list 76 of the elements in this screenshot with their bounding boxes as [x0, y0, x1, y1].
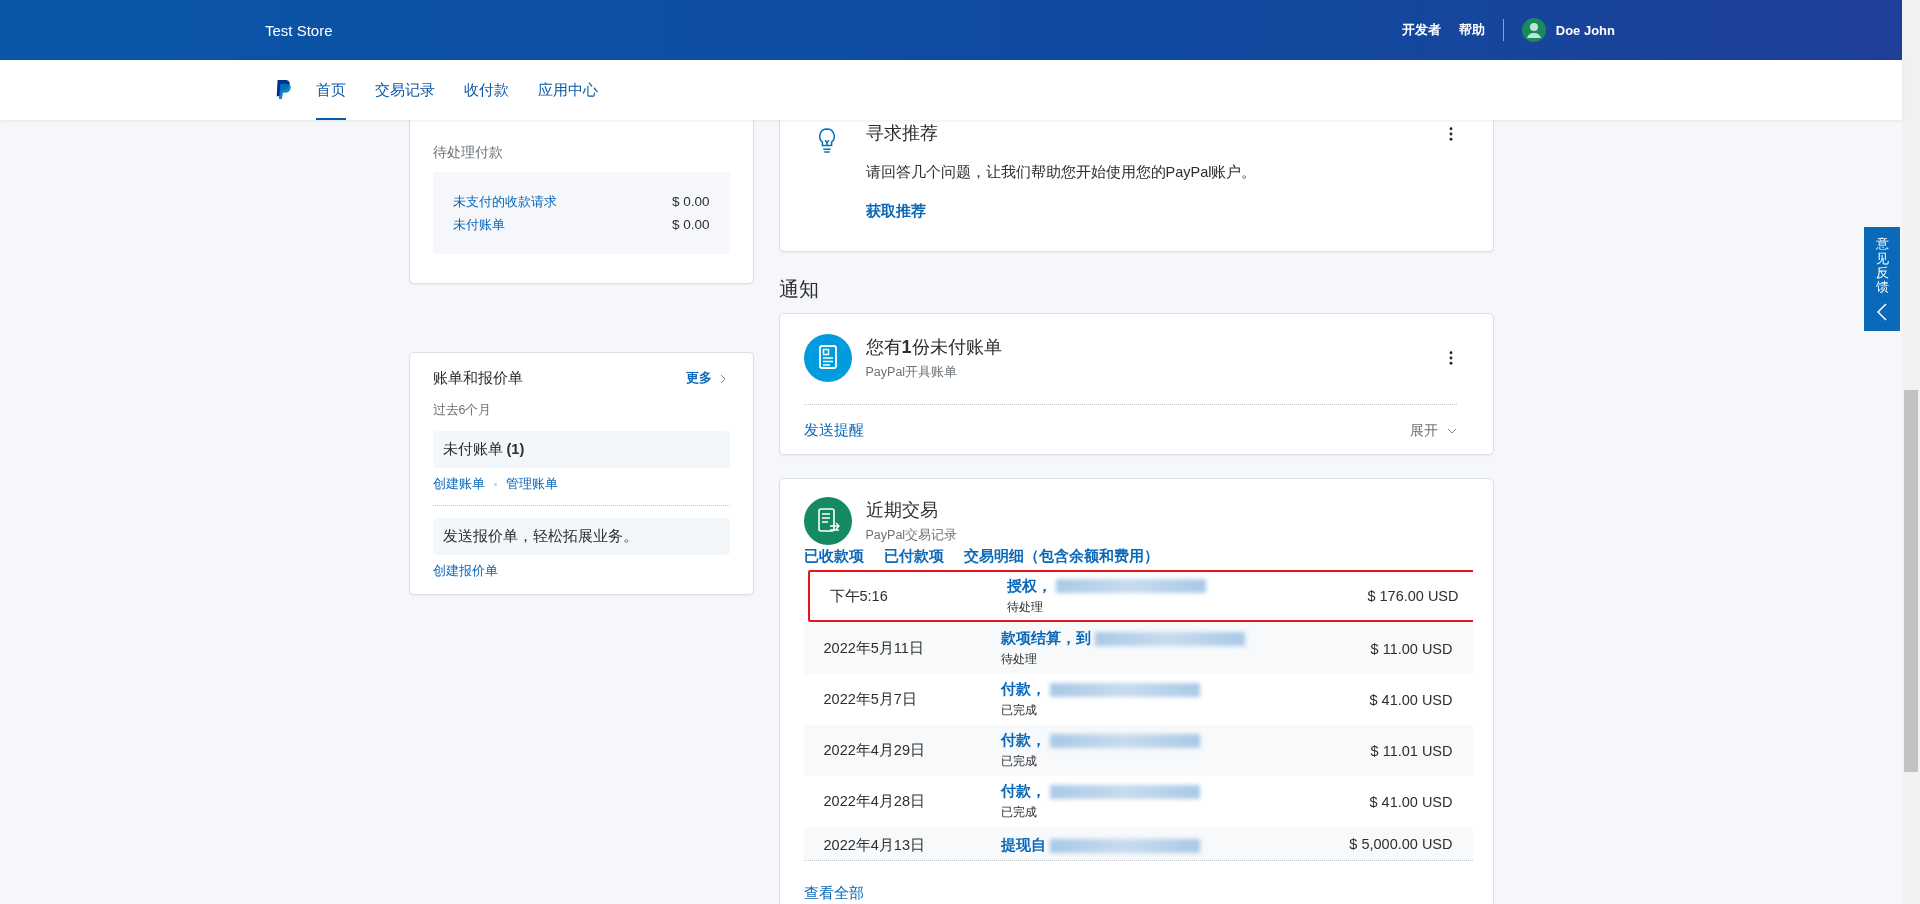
transaction-row[interactable]: 下午5:16 授权， 待处理 $ 176.00 USD [807, 570, 1473, 622]
date-text: 2022年4月13日 [823, 836, 926, 855]
status-text: 已完成 [1000, 702, 1038, 719]
amount-text: $ 0.00 [671, 194, 710, 211]
chevron-left-icon [1877, 302, 1887, 321]
notification-subtitle: PayPal开具账单 [865, 364, 959, 381]
amount-text: $ 0.00 [671, 217, 710, 234]
header-link[interactable]: 帮助 [1458, 21, 1485, 39]
summary-link[interactable]: 未付账单 [452, 217, 505, 234]
date-text: 2022年5月11日 [823, 639, 925, 658]
header-link[interactable]: 开发者 [1401, 21, 1441, 39]
amount-text: $ 5,000.00 USD [1349, 836, 1453, 852]
status-text: 待处理 [1000, 651, 1038, 668]
create-quote-link[interactable]: 创建报价单 [432, 563, 498, 580]
amount-text: $ 11.01 USD [1370, 742, 1453, 759]
paypal-logo-icon[interactable] [274, 79, 292, 101]
date-text: 2022年4月29日 [823, 741, 926, 760]
transaction-description: 付款， [1000, 680, 1046, 699]
transaction-description: 付款， [1000, 782, 1046, 801]
transaction-description: 付款， [1000, 731, 1046, 750]
avatar-icon[interactable] [1521, 18, 1546, 42]
recommendation-text: 请回答几个问题，让我们帮助您开始使用您的PayPal账户。 [865, 163, 1258, 182]
separator-dot [493, 483, 497, 486]
summary-link[interactable]: 未支付的收款请求 [452, 194, 557, 211]
invoice-link[interactable]: 管理账单 [505, 476, 558, 493]
transaction-description: 提现自 [1000, 836, 1046, 855]
amount-text: $ 176.00 USD [1367, 588, 1459, 604]
expand-button[interactable]: 展开 [1409, 421, 1457, 440]
view-all-link[interactable]: 查看全部 [803, 884, 864, 903]
feedback-tab[interactable]: 意见反馈 [1864, 227, 1900, 331]
more-options-icon[interactable] [1448, 351, 1453, 365]
user-name[interactable]: Doe John [1555, 22, 1615, 38]
filter-link[interactable]: 已付款项 [883, 547, 944, 566]
nav-tab[interactable]: 应用中心 [538, 60, 598, 120]
get-recommendation-link[interactable]: 获取推荐 [865, 203, 926, 219]
card-subtitle: PayPal交易记录 [865, 527, 959, 544]
card-title: 寻求推荐 [865, 122, 939, 145]
invoice-icon [803, 334, 852, 382]
transaction-description: 授权， [1006, 576, 1052, 596]
nav-tab[interactable]: 收付款 [464, 60, 509, 120]
pending-label: 待处理付款 [432, 144, 504, 162]
transaction-row[interactable]: 2022年5月11日 款项结算，到 待处理 $ 11.00 USD [803, 623, 1473, 674]
period-label: 过去6个月 [432, 402, 493, 419]
transaction-description: 款项结算，到 [1000, 629, 1091, 648]
transaction-row[interactable]: 2022年4月13日 提现自 $ 5,000.00 USD [803, 827, 1473, 860]
date-text: 2022年5月7日 [823, 690, 918, 709]
notification-title: 您有1份未付账单 [865, 336, 1003, 359]
promo-text: 发送报价单，轻松拓展业务。 [432, 518, 730, 555]
unpaid-invoices-summary: 未付账单 (1) [432, 431, 730, 468]
send-reminder-link[interactable]: 发送提醒 [803, 421, 864, 440]
more-options-icon[interactable] [1448, 127, 1453, 141]
scrollbar[interactable] [1902, 0, 1920, 904]
amount-text: $ 41.00 USD [1369, 691, 1453, 708]
amount-text: $ 41.00 USD [1369, 793, 1453, 810]
nav-tab[interactable]: 交易记录 [375, 60, 435, 120]
chevron-right-icon [719, 373, 726, 384]
invoice-link[interactable]: 创建账单 [432, 476, 485, 493]
amount-text: $ 11.00 USD [1370, 640, 1453, 657]
chevron-down-icon [1446, 427, 1457, 434]
date-text: 2022年4月28日 [823, 792, 926, 811]
filter-link[interactable]: 已收款项 [803, 547, 864, 566]
transaction-row[interactable]: 2022年5月7日 付款， 已完成 $ 41.00 USD [803, 674, 1473, 725]
status-text: 已完成 [1000, 753, 1038, 770]
transaction-row[interactable]: 2022年4月29日 付款， 已完成 $ 11.01 USD [803, 725, 1473, 776]
section-heading: 通知 [778, 277, 820, 302]
card-title: 账单和报价单 [432, 369, 523, 388]
status-text: 已完成 [1000, 804, 1038, 821]
transactions-list-icon [803, 497, 852, 545]
more-link[interactable]: 更多 [685, 370, 730, 387]
transaction-row[interactable]: 2022年4月28日 付款， 已完成 $ 41.00 USD [803, 776, 1473, 827]
nav-tab[interactable]: 首页 [316, 60, 346, 120]
filter-link[interactable]: 交易明细（包含余额和费用） [963, 547, 1159, 566]
date-text: 下午5:16 [829, 586, 889, 606]
status-text: 待处理 [1006, 598, 1044, 616]
card-title: 近期交易 [865, 499, 939, 522]
store-name: Test Store [265, 21, 333, 39]
